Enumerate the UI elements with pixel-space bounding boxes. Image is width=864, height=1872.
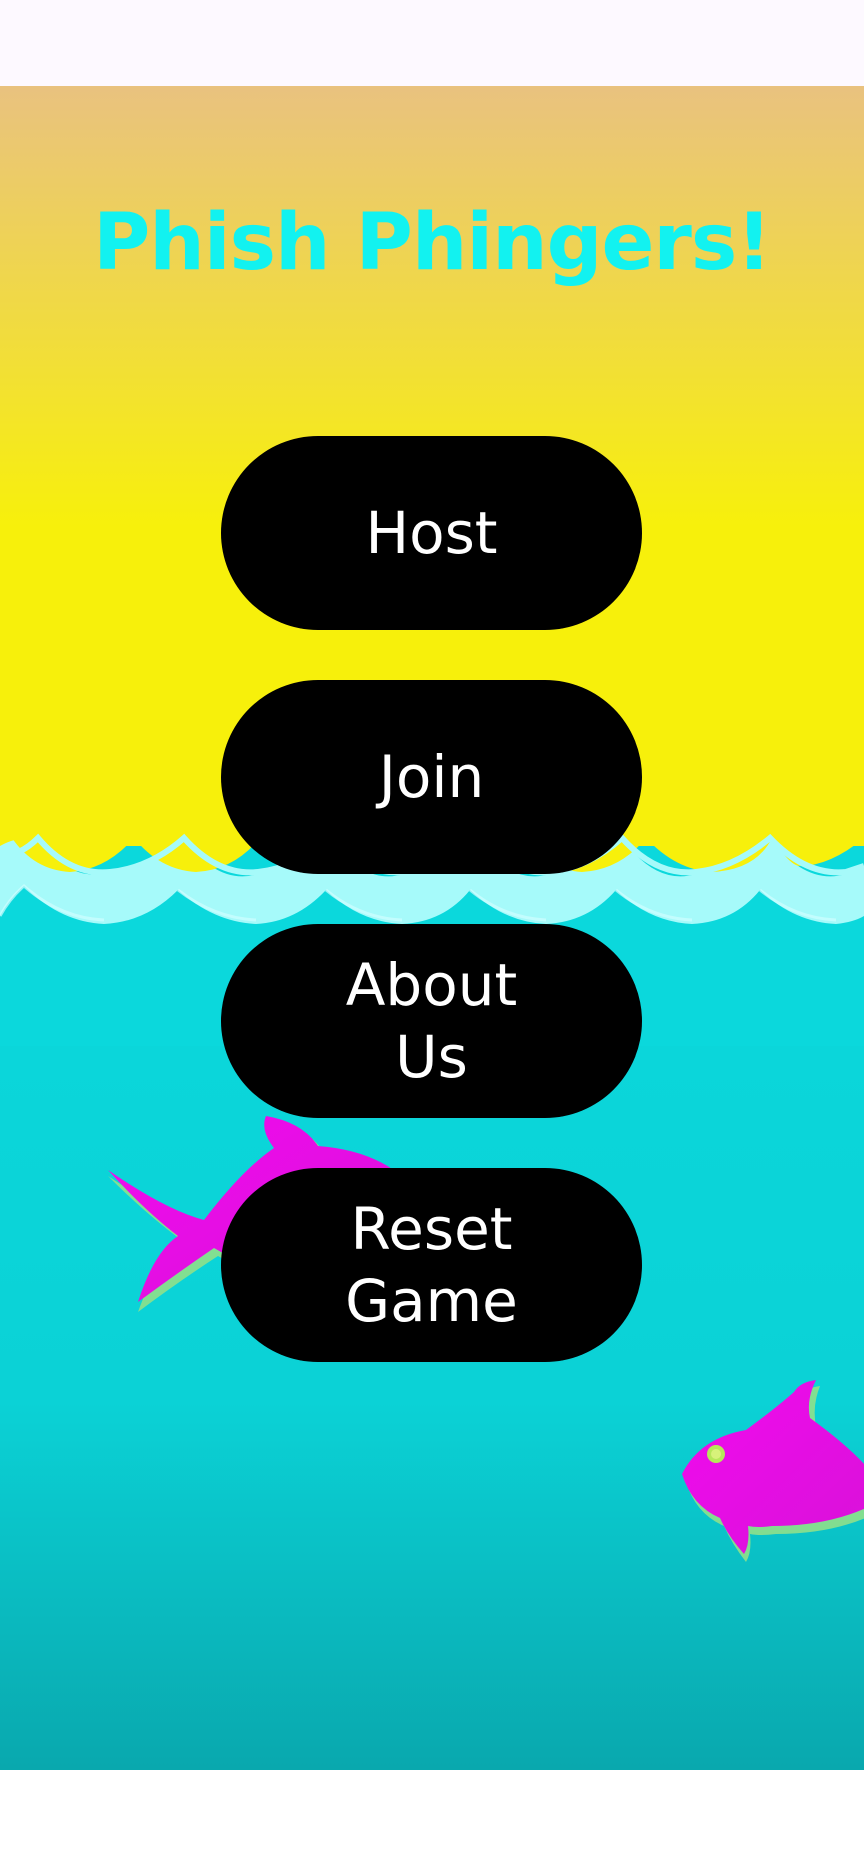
- about-us-button-label: About Us: [345, 950, 518, 1092]
- status-bar: [0, 0, 864, 86]
- join-button-label: Join: [378, 742, 485, 811]
- game-screen: Phish Phingers! Host Join About Us Reset…: [0, 86, 864, 1770]
- about-us-button[interactable]: About Us: [221, 924, 642, 1118]
- host-button-label: Host: [365, 498, 498, 567]
- reset-game-button[interactable]: Reset Game: [221, 1168, 642, 1362]
- reset-game-button-label: Reset Game: [345, 1194, 518, 1336]
- host-button[interactable]: Host: [221, 436, 642, 630]
- join-button[interactable]: Join: [221, 680, 642, 874]
- navigation-bar: [0, 1770, 864, 1872]
- app-title: Phish Phingers!: [93, 198, 772, 288]
